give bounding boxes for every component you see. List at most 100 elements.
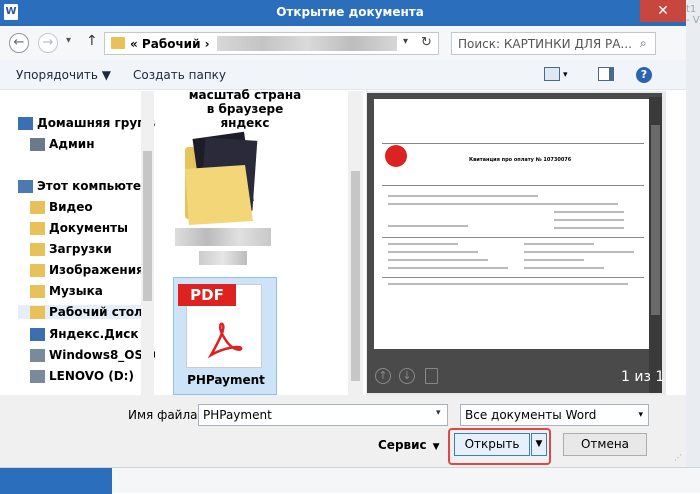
folder-label-line: яндекс: [220, 116, 270, 130]
command-toolbar: Упорядочить ▼ Создать папку ▾ ?: [0, 60, 686, 90]
drive-icon: [30, 370, 45, 383]
preview-document: Квитанция про оплату № 10730076: [374, 99, 653, 349]
preview-scroll-thumb[interactable]: [651, 125, 660, 315]
active-taskbar-item[interactable]: [0, 468, 112, 494]
blurred-filename: [199, 251, 247, 265]
computer-icon: [18, 180, 33, 193]
folder-icon: [111, 37, 125, 49]
sidebar-item-label: Документы: [49, 221, 128, 235]
sidebar-item-label: Этот компьютер: [37, 179, 150, 193]
file-type-value: Все документы Word: [465, 408, 597, 422]
acrobat-icon: [207, 322, 243, 359]
homegroup-icon: [18, 117, 33, 130]
page-icon[interactable]: [425, 368, 438, 384]
sidebar-item[interactable]: Документы: [30, 221, 128, 235]
page-count: 1 из 1: [621, 369, 665, 385]
preview-pane-icon[interactable]: [598, 67, 614, 81]
cancel-button[interactable]: Отмена: [563, 433, 647, 456]
nav-scrollbar[interactable]: [141, 91, 154, 395]
navigation-pane: Домашняя группа Админ Этот компьютер Видео Д…: [0, 91, 162, 395]
refresh-icon[interactable]: ↻: [421, 35, 432, 50]
sidebar-item-label: Видео: [49, 200, 93, 214]
address-row: ← → ▾ ↑ « Рабочий › ▾ ↻ Поиск: КАРТИНКИ …: [0, 26, 686, 60]
open-button[interactable]: Открыть: [454, 433, 530, 456]
preview-pane: Квитанция про оплату № 10730076 ↑ ↓ 1 из: [366, 91, 666, 395]
chevron-down-icon: ▾: [638, 410, 643, 420]
sidebar-item[interactable]: Админ: [30, 137, 95, 151]
view-options-icon[interactable]: [544, 67, 560, 81]
previous-page-icon[interactable]: ↑: [375, 368, 391, 384]
file-list-pane: масштаб страна в браузере яндекс PDF PHP…: [155, 88, 365, 395]
sidebar-item-label: Яндекс.Диск: [49, 327, 139, 341]
filename-input[interactable]: PHPayment: [198, 404, 448, 426]
sidebar-item-label: Музыка: [49, 284, 103, 298]
folder-label-line: в браузере: [206, 102, 284, 116]
file-list-scrollbar[interactable]: [348, 91, 363, 395]
close-button[interactable]: ✕: [640, 0, 686, 22]
sidebar-item[interactable]: Рабочий стол: [18, 305, 143, 319]
forward-button[interactable]: →: [38, 33, 58, 53]
background-window-title: t1 - V: [686, 4, 700, 26]
folder-icon: [30, 243, 45, 256]
folder-icon: [30, 222, 45, 235]
window-title: Открытие документа: [276, 5, 424, 19]
resize-grip-icon[interactable]: ⋰: [674, 453, 682, 462]
chevron-down-icon: ▼: [432, 442, 440, 452]
pdf-file-name: PHPayment: [187, 373, 265, 387]
cloud-icon: [30, 328, 45, 341]
next-page-icon[interactable]: ↓: [399, 368, 415, 384]
folder-label-line: масштаб страна: [188, 88, 302, 102]
pdf-file-item[interactable]: PDF PHPayment: [173, 277, 277, 395]
blurred-path: [217, 36, 397, 51]
sidebar-item[interactable]: Этот компьютер: [18, 179, 150, 193]
search-icon: ⌕: [640, 36, 647, 50]
recent-locations-dropdown[interactable]: ▾: [66, 35, 71, 46]
address-dropdown-icon[interactable]: ▾: [403, 36, 408, 47]
filename-dropdown-icon[interactable]: ▾: [436, 408, 441, 418]
sidebar-item[interactable]: Музыка: [30, 284, 103, 298]
folder-item-label[interactable]: масштаб страна в браузере яндекс: [175, 88, 315, 130]
back-button[interactable]: ←: [9, 33, 29, 53]
view-dropdown-icon[interactable]: ▾: [563, 70, 568, 80]
sidebar-item[interactable]: Яндекс.Диск: [30, 327, 139, 341]
folder-thumbnail-icon[interactable]: [183, 129, 263, 229]
filename-label: Имя файла:: [128, 408, 202, 422]
search-input[interactable]: Поиск: КАРТИНКИ ДЛЯ РА... ⌕: [451, 32, 656, 55]
preview-scrollbar[interactable]: [649, 97, 662, 393]
folder-icon: [30, 264, 45, 277]
new-folder-button[interactable]: Создать папку: [133, 68, 226, 82]
receipt-logo: [385, 145, 407, 167]
taskbar: [0, 467, 700, 494]
sidebar-item-label: Загрузки: [49, 242, 112, 256]
blurred-filename: [175, 228, 271, 246]
sidebar-item-label: Рабочий стол: [49, 305, 143, 319]
folder-icon: [30, 306, 45, 319]
pdf-badge: PDF: [178, 284, 236, 306]
up-button[interactable]: ↑: [86, 33, 98, 49]
sidebar-item-label: Изображения: [49, 263, 144, 277]
sidebar-item[interactable]: Видео: [30, 200, 93, 214]
file-type-select[interactable]: Все документы Word ▾: [460, 404, 649, 426]
search-placeholder: Поиск: КАРТИНКИ ДЛЯ РА...: [458, 37, 632, 51]
address-bar[interactable]: « Рабочий › ▾ ↻: [104, 32, 439, 55]
user-icon: [30, 138, 45, 151]
folder-icon: [30, 285, 45, 298]
tools-menu-button[interactable]: Сервис ▼: [378, 438, 440, 452]
background-window-strip: t1 - V: [686, 0, 700, 493]
breadcrumb[interactable]: « Рабочий ›: [130, 37, 210, 51]
sidebar-item[interactable]: LENOVO (D:): [30, 369, 134, 383]
sidebar-item[interactable]: Загрузки: [30, 242, 112, 256]
organize-menu[interactable]: Упорядочить ▼: [16, 68, 111, 82]
file-scroll-thumb[interactable]: [351, 171, 360, 381]
tools-label: Сервис: [378, 438, 427, 452]
receipt-header: Квитанция про оплату № 10730076: [469, 157, 572, 163]
dialog-footer: Имя файла: PHPayment ▾ Все документы Wor…: [0, 395, 686, 467]
sidebar-item[interactable]: Изображения: [30, 263, 144, 277]
sidebar-item-label: LENOVO (D:): [49, 369, 134, 383]
help-icon[interactable]: ?: [636, 67, 652, 83]
folder-icon: [30, 201, 45, 214]
title-bar: W Открытие документа ✕: [0, 0, 700, 26]
nav-scroll-thumb[interactable]: [143, 151, 152, 301]
drive-icon: [30, 349, 45, 362]
open-options-dropdown[interactable]: ▼: [531, 433, 547, 456]
